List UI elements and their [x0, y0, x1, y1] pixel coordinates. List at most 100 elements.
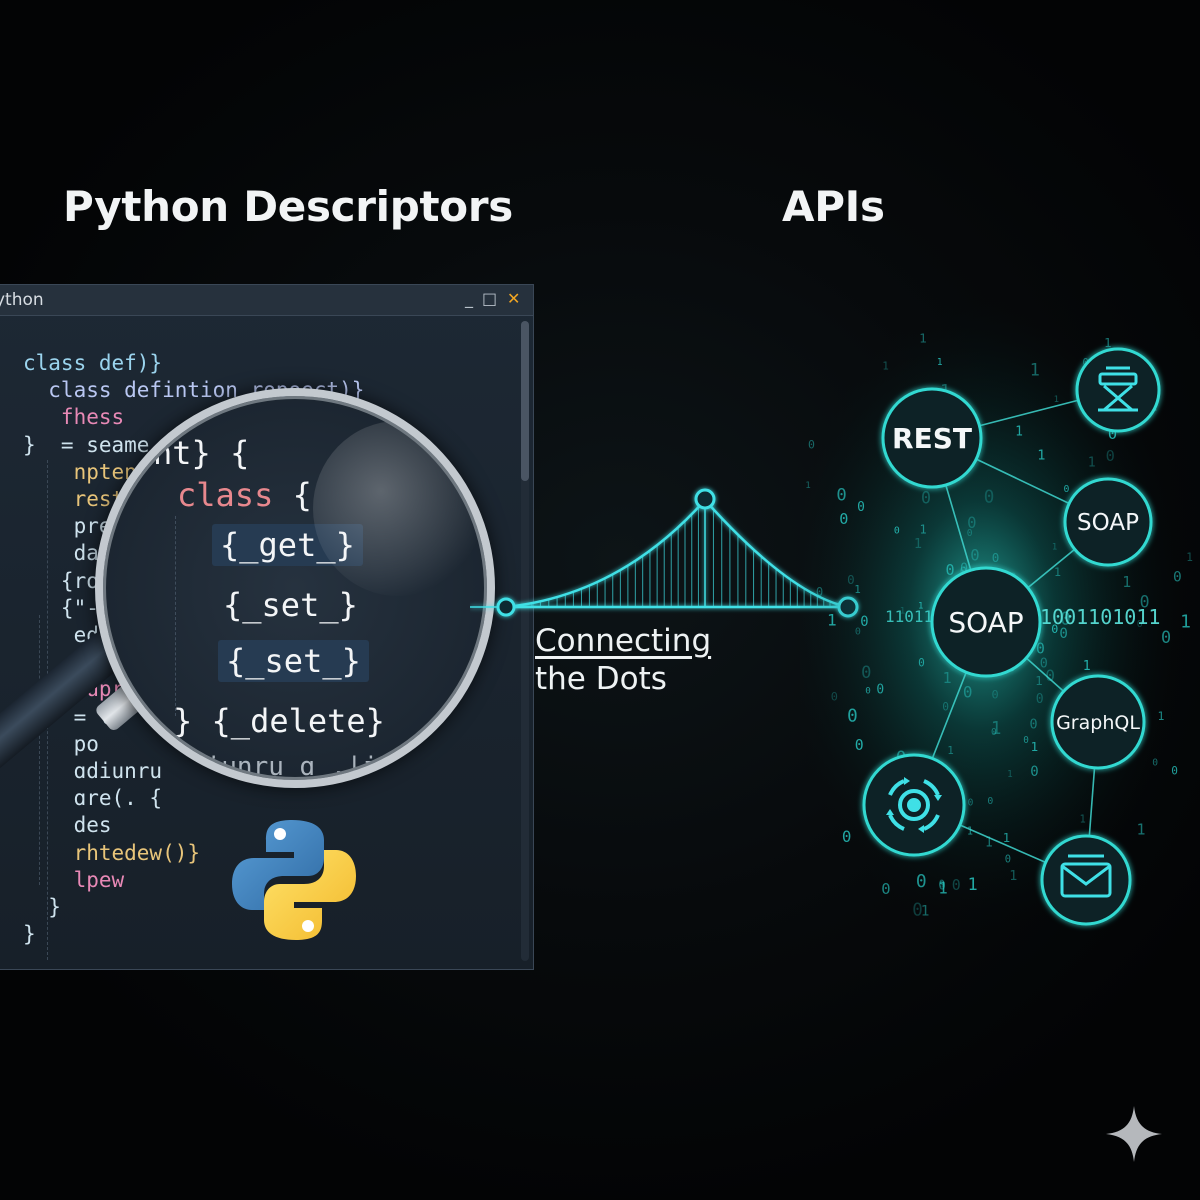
svg-text:0: 0	[967, 528, 973, 539]
minimize-button[interactable]: _	[465, 289, 473, 308]
svg-text:0: 0	[1152, 757, 1158, 768]
svg-text:1: 1	[1080, 813, 1086, 825]
svg-text:0: 0	[1173, 570, 1182, 586]
connect-label-line2: the Dots	[535, 661, 667, 697]
rest-label: REST	[892, 422, 972, 455]
svg-text:0: 0	[1030, 764, 1038, 780]
svg-text:1: 1	[968, 874, 978, 894]
scrollbar-thumb[interactable]	[521, 321, 529, 481]
svg-text:0: 0	[847, 706, 858, 726]
code-line: }	[23, 895, 61, 919]
svg-text:1: 1	[1009, 869, 1017, 884]
svg-text:0: 0	[987, 796, 993, 807]
editor-window-title: ython	[0, 290, 44, 310]
code-line: rest	[23, 487, 125, 511]
svg-text:0: 0	[1023, 735, 1029, 746]
maximize-button[interactable]: □	[482, 289, 497, 308]
svg-text:1: 1	[1104, 335, 1112, 350]
python-descriptors-title: Python Descriptors	[63, 182, 513, 231]
svg-text:1: 1	[1186, 551, 1193, 564]
svg-text:1: 1	[914, 536, 922, 552]
svg-text:0: 0	[968, 797, 974, 808]
svg-text:1: 1	[1054, 395, 1059, 405]
svg-text:0: 0	[942, 701, 949, 714]
svg-text:0: 0	[860, 614, 868, 630]
code-line: class def)}	[23, 351, 163, 375]
connecting-the-dots-label: Connecting the Dots	[535, 622, 711, 698]
svg-text:0: 0	[865, 686, 871, 697]
svg-text:1: 1	[1083, 659, 1091, 674]
svg-text:1: 1	[1158, 709, 1165, 723]
svg-text:0: 0	[952, 876, 961, 894]
svg-text:0: 0	[963, 682, 973, 701]
svg-text:0: 0	[857, 500, 865, 515]
svg-text:1: 1	[1137, 820, 1146, 838]
bridge-dot-top	[694, 488, 716, 510]
mail-node[interactable]	[1040, 834, 1132, 926]
code-line: fhess	[23, 405, 125, 430]
svg-text:0: 0	[970, 547, 979, 565]
soap-label-center: SOAP	[948, 606, 1023, 639]
svg-text:1: 1	[882, 359, 889, 372]
svg-text:1: 1	[1007, 769, 1013, 780]
api-network: 0000001001000010100111100001000010101111…	[800, 292, 1200, 952]
svg-text:0: 0	[1064, 484, 1070, 495]
svg-text:0: 0	[808, 438, 815, 452]
svg-text:0: 0	[839, 510, 848, 528]
svg-text:0: 0	[1005, 854, 1011, 866]
svg-text:1: 1	[805, 480, 811, 491]
svg-text:0: 0	[1030, 718, 1038, 733]
svg-text:0: 0	[855, 737, 864, 754]
svg-text:0: 0	[816, 585, 823, 599]
binary-stream-right: 1001101011	[1040, 605, 1160, 629]
sparkle-icon	[1106, 1106, 1162, 1162]
svg-text:1: 1	[1031, 740, 1039, 755]
svg-text:0: 0	[984, 487, 995, 507]
svg-text:0: 0	[881, 880, 890, 898]
svg-text:1: 1	[827, 611, 837, 630]
svg-text:1: 1	[854, 583, 861, 596]
svg-text:1: 1	[1180, 612, 1191, 633]
svg-text:0: 0	[946, 561, 955, 579]
connect-label-line1: Connecting	[535, 623, 712, 659]
svg-text:0: 0	[1171, 765, 1178, 778]
code-line: {"-	[23, 595, 99, 620]
graphql-label: GraphQL	[1056, 712, 1140, 734]
svg-text:1: 1	[1030, 360, 1040, 380]
svg-text:1: 1	[1088, 456, 1096, 471]
svg-text:0: 0	[918, 656, 925, 669]
code-line: pre	[23, 514, 112, 539]
svg-text:0: 0	[912, 900, 923, 920]
python-logo	[232, 820, 356, 940]
svg-text:1: 1	[1015, 424, 1023, 439]
code-line: }	[23, 922, 36, 947]
svg-text:0: 0	[921, 489, 931, 508]
svg-text:1: 1	[937, 357, 943, 368]
svg-text:1: 1	[1122, 573, 1131, 591]
code-line: des	[23, 813, 112, 838]
svg-text:0: 0	[894, 526, 900, 537]
code-line: lpew	[23, 867, 125, 892]
svg-text:1: 1	[1054, 565, 1061, 579]
apis-title: APIs	[782, 182, 885, 231]
svg-text:0: 0	[842, 827, 852, 846]
svg-text:0: 0	[836, 486, 846, 506]
close-button[interactable]: ✕	[507, 289, 520, 308]
svg-text:0: 0	[861, 663, 871, 683]
code-line: ɑdiunru	[23, 759, 163, 783]
code-line: {ro	[23, 568, 99, 593]
svg-text:1: 1	[991, 719, 1002, 739]
svg-text:0: 0	[1106, 447, 1115, 465]
robot-node[interactable]	[1075, 347, 1161, 433]
svg-text:1: 1	[938, 879, 948, 898]
svg-text:0: 0	[1036, 692, 1044, 707]
bridge-dot-left	[496, 597, 516, 617]
soap-label-small: SOAP	[1077, 510, 1139, 536]
svg-text:0: 0	[831, 690, 838, 704]
svg-text:0: 0	[916, 871, 927, 892]
editor-scrollbar[interactable]	[521, 321, 529, 961]
magnifier-rim	[95, 388, 495, 788]
svg-text:1: 1	[919, 330, 927, 345]
svg-text:0: 0	[992, 688, 999, 702]
svg-text:1: 1	[920, 522, 927, 536]
